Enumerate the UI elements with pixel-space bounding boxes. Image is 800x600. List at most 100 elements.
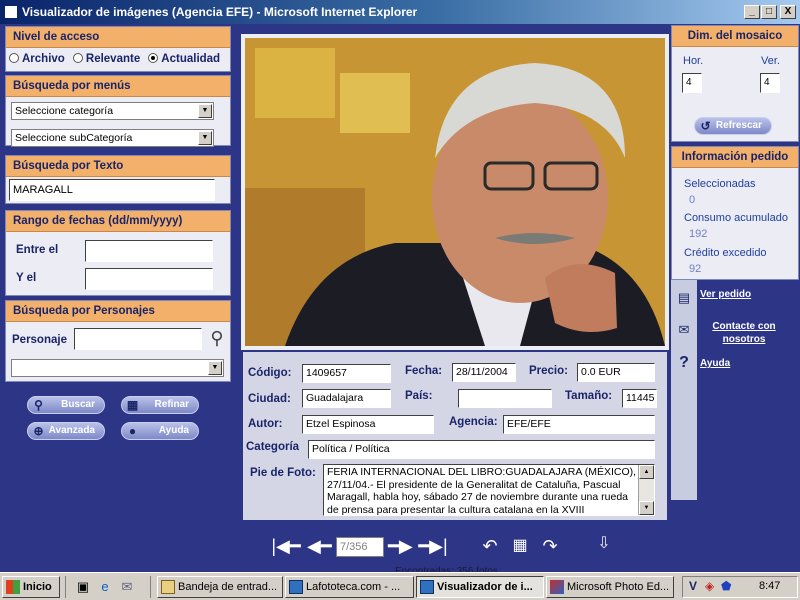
photo-counter[interactable]: 7/356 [336, 537, 384, 557]
people-search-section: Búsqueda por Personajes Personaje ⚲ ▼ [5, 300, 231, 382]
outlook-express-icon[interactable]: ✉ [119, 579, 135, 595]
question-mark-icon[interactable]: ? [674, 354, 694, 376]
mosaic-header: Dim. del mosaico [672, 26, 798, 47]
first-photo-icon[interactable]: |◀━ [271, 536, 301, 556]
pais-label: País: [405, 390, 433, 402]
selected-label: Seleccionadas [684, 178, 756, 190]
ciudad-field[interactable]: Guadalajara [302, 389, 391, 408]
previous-photo-icon[interactable]: ◀━ [307, 536, 332, 556]
minimize-button[interactable]: _ [744, 5, 760, 19]
crosshair-icon: ⊕ [33, 424, 44, 438]
category-select[interactable]: Seleccione categoría ▼ [11, 102, 214, 120]
subcategory-select[interactable]: Seleccione subCategoría ▼ [11, 129, 214, 147]
close-button[interactable]: X [780, 5, 796, 19]
news-photo[interactable] [245, 38, 665, 346]
system-tray: V ◈ ⬟ 8:47 [682, 576, 798, 598]
shield-tray-icon[interactable]: ⬟ [721, 579, 731, 593]
show-desktop-icon[interactable]: ▣ [75, 579, 91, 595]
maximize-button[interactable]: □ [761, 5, 777, 19]
rotate-right-icon[interactable]: ↷ [539, 536, 561, 556]
task-photo-editor[interactable]: Microsoft Photo Ed... [546, 576, 674, 598]
fecha-label: Fecha: [405, 365, 443, 377]
mosaic-grid-icon[interactable]: ▦ [509, 536, 531, 556]
text-search-section: Búsqueda por Texto MARAGALL [5, 155, 231, 204]
date-to-label: Y el [16, 272, 37, 284]
dropdown-arrow-icon[interactable]: ▼ [198, 104, 212, 118]
precio-field[interactable]: 0.0 EUR [577, 363, 655, 382]
next-photo-icon[interactable]: ━▶ [388, 536, 413, 556]
tamano-field[interactable]: 11445 [622, 389, 657, 408]
taskbar-separator [65, 576, 66, 598]
photo-navigation: |◀━ ◀━ 7/356 ━▶ ━▶| ↶ ▦ ↷ ⇩ Encontradas:… [243, 528, 667, 577]
people-label: Personaje [12, 334, 67, 346]
right-panel: Dim. del mosaico Hor. Ver. 4 4 ↺ Refresc… [670, 24, 800, 572]
caption-scrollbar[interactable]: ▲ ▼ [638, 465, 654, 515]
photo-editor-icon [550, 580, 564, 594]
photo-details-panel: Código: 1409657 Fecha: 28/11/2004 Precio… [243, 352, 667, 520]
order-info-section: Información pedido Seleccionadas 0 Consu… [671, 146, 799, 280]
scroll-down-icon[interactable]: ▼ [639, 501, 654, 515]
text-search-input[interactable]: MARAGALL [9, 179, 215, 201]
radio-archivo[interactable]: Archivo [9, 53, 65, 65]
tamano-label: Tamaño: [565, 390, 613, 402]
date-range-header: Rango de fechas (dd/mm/yyyy) [6, 211, 230, 232]
radio-actualidad[interactable]: Actualidad [148, 53, 220, 65]
ver-pedido-link[interactable]: Ver pedido [700, 289, 780, 300]
last-photo-icon[interactable]: ━▶| [417, 536, 449, 556]
agencia-field[interactable]: EFE/EFE [503, 415, 655, 434]
magnifier-icon[interactable]: ⚲ [206, 328, 228, 350]
antivirus-tray-icon[interactable]: ◈ [705, 579, 714, 593]
hand-shape [545, 264, 617, 332]
task-visualizador[interactable]: Visualizador de i... [416, 576, 544, 598]
dropdown-arrow-icon[interactable]: ▼ [208, 361, 222, 375]
rotate-left-icon[interactable]: ↶ [479, 536, 501, 556]
advanced-button[interactable]: ⊕ Avanzada [27, 422, 105, 440]
mosaic-hor-label: Hor. [683, 55, 704, 67]
pais-field[interactable] [458, 389, 552, 408]
windows-logo-icon [6, 580, 20, 594]
fecha-field[interactable]: 28/11/2004 [452, 363, 516, 382]
inbox-icon [161, 580, 175, 594]
pie-textarea[interactable]: FERIA INTERNACIONAL DEL LIBRO:GUADALAJAR… [323, 464, 655, 516]
autor-field[interactable]: Etzel Espinosa [302, 415, 434, 434]
date-from-input[interactable] [85, 240, 213, 262]
order-info-header: Información pedido [672, 147, 798, 168]
task-inbox[interactable]: Bandeja de entrad... [157, 576, 283, 598]
start-button[interactable]: Inicio [2, 576, 60, 598]
precio-label: Precio: [529, 365, 568, 377]
selected-value: 0 [689, 194, 696, 206]
mosaic-ver-input[interactable]: 4 [760, 73, 780, 93]
order-book-icon[interactable]: ▤ [674, 290, 694, 306]
ayuda-link[interactable]: Ayuda [700, 358, 740, 369]
dropdown-arrow-icon[interactable]: ▼ [198, 131, 212, 145]
categoria-field[interactable]: Política / Política [308, 440, 655, 459]
contacte-link[interactable]: Contacte con nosotros [700, 320, 788, 346]
credito-label: Crédito excedido [684, 247, 767, 259]
vc-tray-icon[interactable]: V [689, 579, 697, 593]
ciudad-label: Ciudad: [248, 393, 291, 405]
search-button[interactable]: ⚲ Buscar [27, 396, 105, 414]
agencia-label: Agencia: [449, 416, 498, 428]
people-input[interactable] [74, 328, 202, 350]
mosaic-hor-input[interactable]: 4 [682, 73, 702, 93]
codigo-field[interactable]: 1409657 [302, 364, 391, 383]
people-select[interactable]: ▼ [11, 359, 224, 377]
envelope-icon[interactable]: ✉ [674, 322, 694, 338]
internet-explorer-icon[interactable]: e [97, 579, 113, 595]
scroll-up-icon[interactable]: ▲ [639, 465, 654, 479]
date-to-input[interactable] [85, 268, 213, 290]
radio-relevante[interactable]: Relevante [72, 53, 140, 65]
radio-circle-icon [9, 53, 19, 63]
menu-search-section: Búsqueda por menús Seleccione categoría … [5, 75, 231, 147]
task-lafototeca[interactable]: Lafototeca.com - ... [285, 576, 414, 598]
window-title: Visualizador de imágenes (Agencia EFE) -… [22, 5, 418, 19]
download-icon[interactable]: ⇩ [591, 534, 617, 554]
date-from-label: Entre el [16, 244, 59, 256]
consumo-label: Consumo acumulado [684, 212, 788, 224]
refine-button[interactable]: ▦ Refinar [121, 396, 199, 414]
date-range-section: Rango de fechas (dd/mm/yyyy) Entre el Y … [5, 210, 231, 296]
help-button[interactable]: ● Ayuda [121, 422, 199, 440]
background-blur-shape [340, 73, 410, 133]
autor-label: Autor: [248, 418, 283, 430]
refresh-button[interactable]: ↺ Refrescar [694, 117, 772, 135]
